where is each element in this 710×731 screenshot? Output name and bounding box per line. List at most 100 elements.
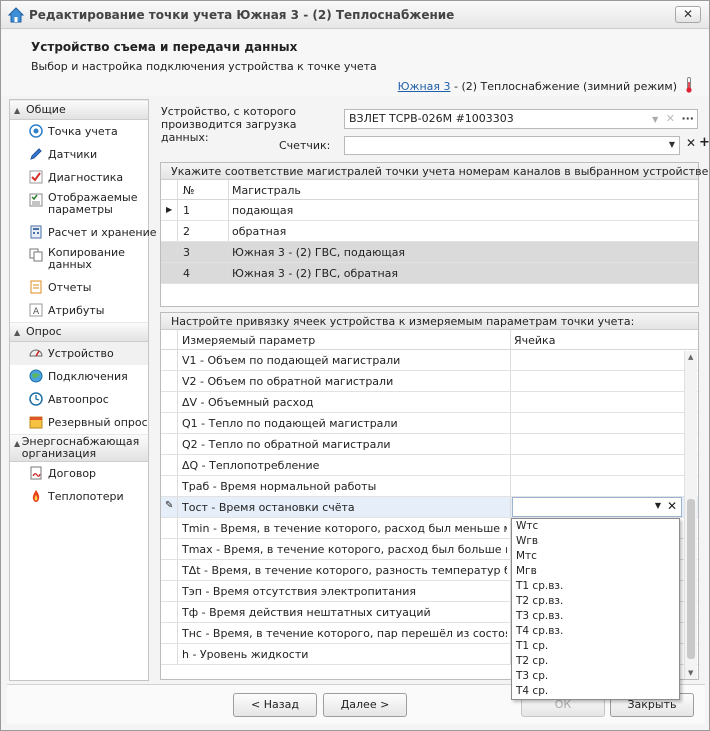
back-button[interactable]: < Назад (233, 693, 317, 717)
close-window-button[interactable]: ✕ (675, 6, 701, 23)
nav-item-label: Точка учета (48, 125, 118, 138)
device-select-buttons: ▼ ✕ ··· (652, 110, 694, 129)
meter-select[interactable]: ▼ (344, 136, 680, 155)
dropdown-option[interactable]: Т1 ср. (512, 639, 679, 654)
nav-item-autopoll[interactable]: Автоопрос (10, 388, 148, 411)
window-title: Редактирование точки учета Южная 3 - (2)… (29, 8, 455, 22)
calc-icon (30, 225, 42, 239)
nav-group-general[interactable]: ▲ Общие (10, 100, 148, 120)
table-row[interactable]: V2 - Объем по обратной магистрали (161, 371, 698, 392)
table-row[interactable]: 3 Южная 3 - (2) ГВС, подающая (161, 242, 698, 263)
dropdown-option[interactable]: Т2 ср. (512, 654, 679, 669)
nav-item-displayed-params[interactable]: Отображаемые параметры (10, 189, 148, 221)
grid-header: № Магистраль (161, 180, 698, 200)
nav-group-supplier[interactable]: ▲ Энергоснабжающая организация (10, 434, 148, 462)
pen-icon (30, 148, 42, 160)
report-icon (30, 280, 42, 294)
nav-group-polling[interactable]: ▲ Опрос (10, 322, 148, 342)
attribute-icon: A (29, 303, 43, 317)
dropdown-option[interactable]: Т4 ср. (512, 684, 679, 699)
breadcrumb: Южная 3 - (2) Теплоснабжение (зимний реж… (398, 80, 677, 93)
next-button[interactable]: Далее > (323, 693, 407, 717)
param-name: Tmax - Время, в течение которого, расход… (182, 543, 507, 556)
row-line: Южная 3 - (2) ГВС, подающая (232, 246, 406, 259)
nav-group-label: Общие (26, 103, 66, 116)
row-indicator-icon: ▶ (166, 205, 173, 214)
scroll-up-icon[interactable]: ▲ (688, 353, 693, 361)
dropdown-arrow-icon[interactable]: ▼ (669, 140, 675, 149)
device-select[interactable]: ВЗЛЕТ ТСРВ-026М #1003303 ▼ ✕ ··· (344, 109, 698, 129)
table-row[interactable]: V1 - Объем по подающей магистрали (161, 350, 698, 371)
clear-cell-icon[interactable]: ✕ (667, 499, 677, 513)
nav-item-meter-point[interactable]: Точка учета (10, 120, 148, 143)
grid-caption: Укажите соответствие магистралей точки у… (161, 163, 709, 180)
table-row[interactable]: ΔQ - Теплопотребление (161, 455, 698, 476)
nav-item-reports[interactable]: Отчеты (10, 276, 148, 299)
param-name: Траб - Время нормальной работы (182, 480, 377, 493)
table-row[interactable]: ▶ 1 подающая (161, 200, 698, 221)
table-row[interactable]: Q1 - Тепло по подающей магистрали (161, 413, 698, 434)
dropdown-option[interactable]: Мгв (512, 564, 679, 579)
nav-item-label: Устройство (48, 347, 114, 360)
grid-header: Измеряемый параметр Ячейка (161, 330, 698, 350)
param-name: Tmin - Время, в течение которого, расход… (182, 522, 507, 535)
nav-item-calc-storage[interactable]: Расчет и хранение (10, 221, 157, 244)
param-name: Q1 - Тепло по подающей магистрали (182, 417, 398, 430)
dropdown-option[interactable]: Т3 ср. (512, 669, 679, 684)
table-row[interactable]: Траб - Время нормальной работы (161, 476, 698, 497)
add-meter-icon[interactable]: + (699, 135, 709, 150)
nav-item-label: Теплопотери (48, 490, 124, 503)
nav-item-contract[interactable]: Договор (10, 462, 148, 485)
row-number: 2 (183, 225, 190, 238)
dropdown-arrow-icon[interactable]: ▼ (652, 115, 658, 124)
nav-item-sensors[interactable]: Датчики (10, 143, 148, 166)
dropdown-option[interactable]: Т4 ср.вз. (512, 624, 679, 639)
vertical-scrollbar[interactable]: ▲ ▼ (684, 351, 697, 679)
col-cell: Ячейка (514, 334, 556, 347)
cell-select-editor[interactable]: ▼ ✕ (512, 497, 682, 517)
dropdown-option[interactable]: Т1 ср.вз. (512, 579, 679, 594)
param-name: Тф - Время действия нештатных ситуаций (182, 606, 431, 619)
table-row[interactable]: Q2 - Тепло по обратной магистрали (161, 434, 698, 455)
title-bar: Редактирование точки учета Южная 3 - (2)… (1, 1, 709, 29)
nav-item-label: Атрибуты (48, 304, 105, 317)
param-name: Тэп - Время отсутствия электропитания (182, 585, 416, 598)
nav-item-device[interactable]: Устройство (10, 342, 148, 365)
meter-label: Счетчик: (279, 139, 331, 152)
dialog-window: Редактирование точки учета Южная 3 - (2)… (0, 0, 710, 731)
more-icon[interactable]: ··· (681, 112, 694, 125)
scroll-thumb[interactable] (687, 499, 695, 659)
dropdown-option[interactable]: Т2 ср.вз. (512, 594, 679, 609)
grid-caption: Настройте привязку ячеек устройства к из… (161, 313, 698, 330)
dropdown-option[interactable]: Т3 ср.вз. (512, 609, 679, 624)
collapse-icon: ▲ (14, 106, 21, 115)
dropdown-option[interactable]: Wтс (512, 519, 679, 534)
dropdown-option[interactable]: Мтс (512, 549, 679, 564)
nav-item-copy-data[interactable]: Копирование данных (10, 244, 148, 276)
scroll-down-icon[interactable]: ▼ (688, 669, 693, 677)
nav-item-label: Копирование данных (48, 246, 125, 271)
table-row[interactable]: 4 Южная 3 - (2) ГВС, обратная (161, 263, 698, 284)
checklist-icon (29, 193, 43, 207)
nav-item-label: Договор (48, 467, 97, 480)
clear-icon[interactable]: ✕ (666, 112, 675, 125)
dropdown-option[interactable]: Wгв (512, 534, 679, 549)
nav-item-diagnostics[interactable]: Диагностика (10, 166, 148, 189)
breadcrumb-text: - (2) Теплоснабжение (зимний режим) (450, 80, 677, 93)
nav-item-label: Отображаемые параметры (48, 191, 138, 216)
table-row[interactable]: 2 обратная (161, 221, 698, 242)
channel-mapping-grid: Укажите соответствие магистралей точки у… (160, 162, 709, 307)
breadcrumb-link[interactable]: Южная 3 (398, 80, 451, 93)
dropdown-arrow-icon[interactable]: ▼ (655, 501, 661, 510)
nav-item-backup-poll[interactable]: Резервный опрос (10, 411, 148, 434)
row-line: Южная 3 - (2) ГВС, обратная (232, 267, 398, 280)
row-number: 3 (183, 246, 190, 259)
clear-meter-icon[interactable]: ✕ (686, 136, 696, 150)
table-row[interactable]: ΔV - Объемный расход (161, 392, 698, 413)
nav-item-label: Резервный опрос (48, 416, 148, 429)
nav-item-label: Автоопрос (48, 393, 109, 406)
nav-item-connections[interactable]: Подключения (10, 365, 148, 388)
nav-item-attributes[interactable]: A Атрибуты (10, 299, 148, 322)
nav-item-heat-loss[interactable]: Теплопотери (10, 485, 148, 508)
contract-icon (30, 466, 42, 480)
